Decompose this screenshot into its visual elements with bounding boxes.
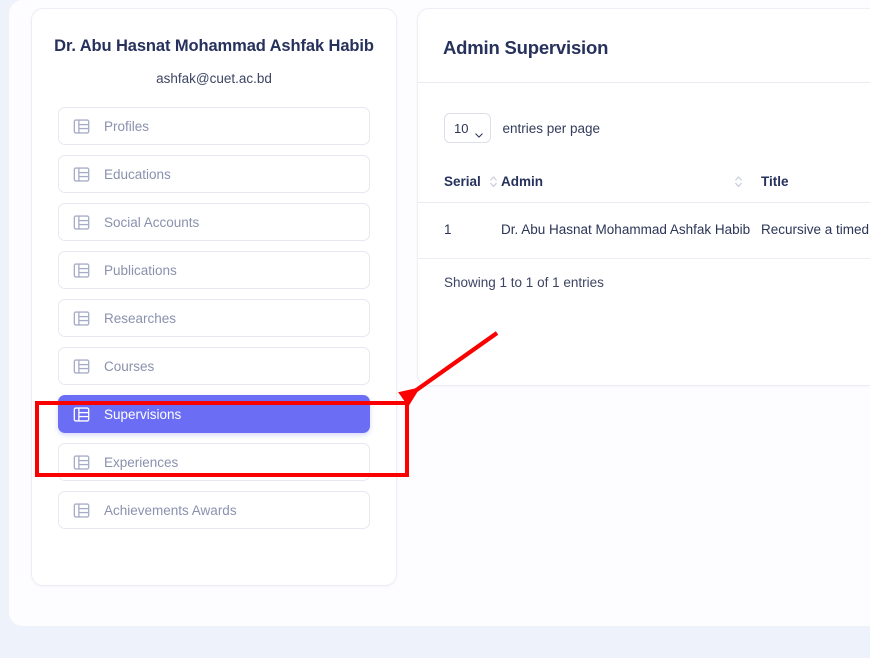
column-header-title[interactable]: Title <box>761 165 870 203</box>
sidebar-item-label: Supervisions <box>104 407 181 422</box>
column-header-serial[interactable]: Serial <box>418 165 501 203</box>
sidebar-item-label: Educations <box>104 167 171 182</box>
column-header-serial-label: Serial <box>444 174 481 189</box>
table-icon <box>73 358 90 375</box>
cell-serial: 1 <box>418 203 501 259</box>
table-icon <box>73 166 90 183</box>
cell-title: Recursive a timed adde <box>761 203 870 259</box>
column-header-admin-label: Admin <box>501 174 543 189</box>
sidebar-item-experiences[interactable]: Experiences <box>58 443 370 481</box>
header-divider <box>418 82 870 83</box>
sidebar-item-educations[interactable]: Educations <box>58 155 370 193</box>
column-header-admin[interactable]: Admin <box>501 165 761 203</box>
column-header-title-label: Title <box>761 174 789 189</box>
sidebar-item-researches[interactable]: Researches <box>58 299 370 337</box>
sidebar-item-label: Profiles <box>104 119 149 134</box>
sidebar-item-achievements-awards[interactable]: Achievements Awards <box>58 491 370 529</box>
admin-supervision-card: Admin Supervision 10 entries per page Se… <box>417 8 870 386</box>
sidebar-item-label: Courses <box>104 359 154 374</box>
table-icon <box>73 310 90 327</box>
table-head: Serial Admin <box>418 165 870 203</box>
table-icon <box>73 214 90 231</box>
sidebar-item-profiles[interactable]: Profiles <box>58 107 370 145</box>
chevron-down-icon <box>475 125 483 130</box>
screenshot-viewport: Dr. Abu Hasnat Mohammad Ashfak Habib ash… <box>0 0 870 658</box>
entries-per-page-value: 10 <box>454 121 468 136</box>
profile-name: Dr. Abu Hasnat Mohammad Ashfak Habib <box>54 35 374 57</box>
table-body: 1 Dr. Abu Hasnat Mohammad Ashfak Habib R… <box>418 203 870 259</box>
table-icon <box>73 262 90 279</box>
table-row: 1 Dr. Abu Hasnat Mohammad Ashfak Habib R… <box>418 203 870 259</box>
table-entries-summary: Showing 1 to 1 of 1 entries <box>444 275 870 290</box>
sort-icon <box>734 175 743 188</box>
table-icon <box>73 502 90 519</box>
profile-sidebar-card: Dr. Abu Hasnat Mohammad Ashfak Habib ash… <box>31 8 397 586</box>
table-controls: 10 entries per page <box>444 113 870 143</box>
sidebar-item-social-accounts[interactable]: Social Accounts <box>58 203 370 241</box>
page-title: Admin Supervision <box>443 37 870 59</box>
sidebar-item-courses[interactable]: Courses <box>58 347 370 385</box>
table-header-row: Serial Admin <box>418 165 870 203</box>
table-icon <box>73 118 90 135</box>
sidebar-item-label: Social Accounts <box>104 215 199 230</box>
cell-admin: Dr. Abu Hasnat Mohammad Ashfak Habib <box>501 203 761 259</box>
sidebar-item-label: Researches <box>104 311 176 326</box>
profile-email: ashfak@cuet.ac.bd <box>54 71 374 86</box>
table-icon <box>73 406 90 423</box>
supervision-table: Serial Admin <box>418 165 870 259</box>
sidebar-item-label: Experiences <box>104 455 178 470</box>
sidebar-menu: Profiles Educations <box>32 107 396 529</box>
sidebar-item-supervisions[interactable]: Supervisions <box>58 395 370 433</box>
sidebar-item-publications[interactable]: Publications <box>58 251 370 289</box>
sidebar-item-label: Publications <box>104 263 177 278</box>
table-icon <box>73 454 90 471</box>
entries-per-page-select[interactable]: 10 <box>444 113 491 143</box>
sidebar-item-label: Achievements Awards <box>104 503 237 518</box>
sort-icon <box>489 175 498 188</box>
entries-per-page-label: entries per page <box>502 121 600 136</box>
